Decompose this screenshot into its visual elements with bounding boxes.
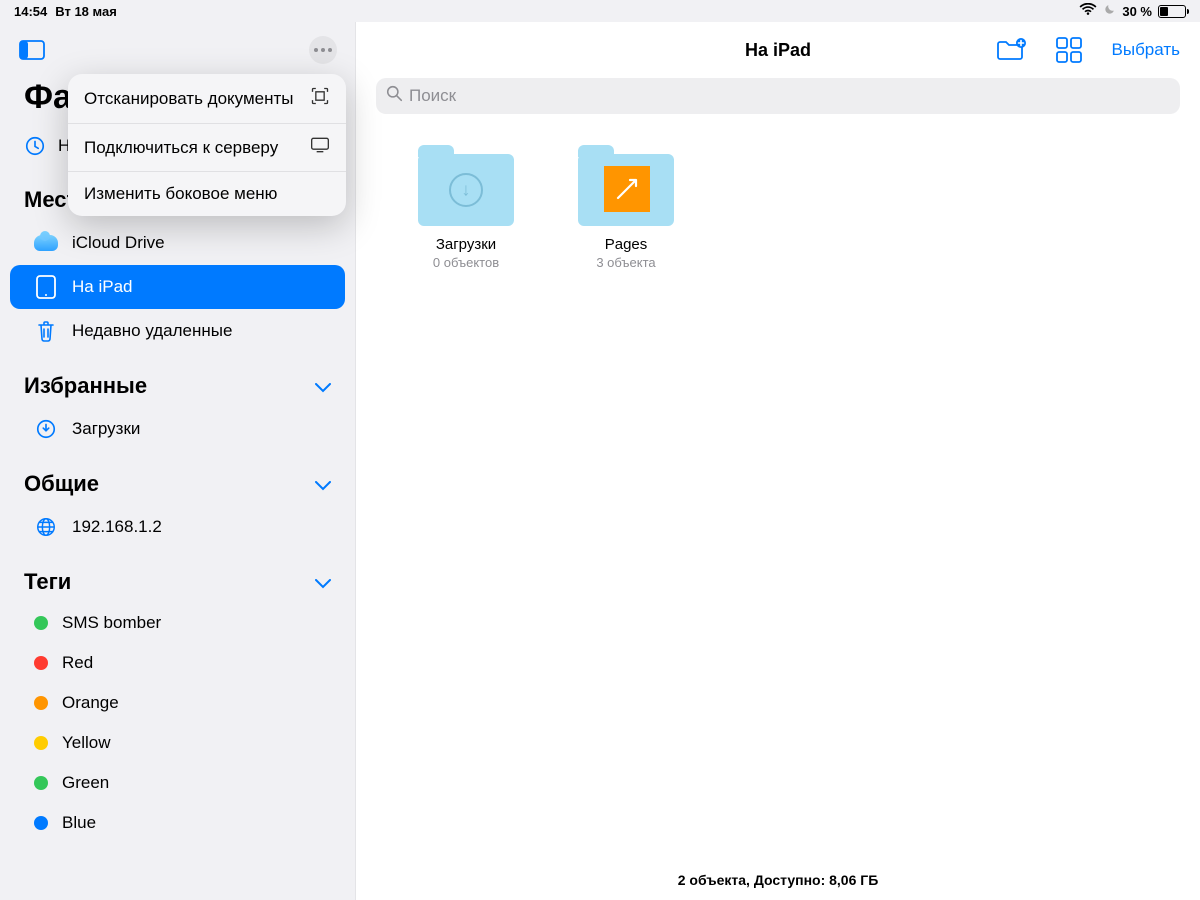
sidebar-item-label: Недавно удаленные [72,321,232,341]
sidebar-tag-item[interactable]: Green [10,763,345,803]
search-placeholder: Поиск [409,86,456,106]
tag-dot-icon [34,616,48,630]
view-mode-button[interactable] [1056,37,1082,63]
sidebar-item-label: Blue [62,813,96,833]
sidebar-collapse-button[interactable] [18,36,46,64]
search-icon [386,85,403,107]
main-title: На iPad [745,40,811,61]
sidebar-tag-item[interactable]: Yellow [10,723,345,763]
sidebar-item-label: Orange [62,693,119,713]
popover-item-label: Подключиться к серверу [84,138,278,158]
chevron-down-icon[interactable] [315,471,331,497]
sidebar-item-label: Yellow [62,733,111,753]
sidebar-item-label: iCloud Drive [72,233,165,253]
status-date: Вт 18 мая [55,4,117,19]
sidebar-more-button[interactable] [309,36,337,64]
popover-item-label: Отсканировать документы [84,89,294,109]
section-head-favorites[interactable]: Избранные [0,353,355,407]
battery-percent: 30 % [1122,4,1152,19]
download-icon [34,417,58,441]
tag-dot-icon [34,656,48,670]
sidebar-item-on-ipad[interactable]: На iPad [10,265,345,309]
ipad-icon [34,275,58,299]
sidebar-tag-item[interactable]: Blue [10,803,345,843]
battery-icon [1158,5,1186,18]
sidebar-item-icloud-drive[interactable]: iCloud Drive [10,221,345,265]
sidebar-tag-item[interactable]: Orange [10,683,345,723]
footer-status: 2 объекта, Доступно: 8,06 ГБ [356,872,1200,888]
clock-icon [24,135,46,157]
sidebar-item-server[interactable]: 192.168.1.2 [10,505,345,549]
scan-icon [310,86,330,111]
tag-dot-icon [34,776,48,790]
folder-subtitle: 3 объекта [576,255,676,270]
status-bar: 14:54 Вт 18 мая 30 % [0,0,1200,22]
select-button[interactable]: Выбрать [1112,40,1180,60]
section-title-favorites: Избранные [24,373,147,399]
popover-edit-sidebar[interactable]: Изменить боковое меню [68,171,346,216]
sidebar-item-downloads[interactable]: Загрузки [10,407,345,451]
server-icon [310,136,330,159]
dnd-moon-icon [1103,3,1116,19]
chevron-down-icon[interactable] [315,373,331,399]
folder-pages[interactable]: Pages 3 объекта [576,154,676,270]
popover-connect-server[interactable]: Подключиться к серверу [68,123,346,171]
sidebar-item-label: SMS bomber [62,613,161,633]
network-icon [34,515,58,539]
sidebar-item-label: Red [62,653,93,673]
section-title-shared: Общие [24,471,99,497]
search-input[interactable]: Поиск [376,78,1180,114]
section-head-tags[interactable]: Теги [0,549,355,603]
tag-dot-icon [34,816,48,830]
sidebar-more-popover: Отсканировать документы Подключиться к с… [68,74,346,216]
tag-dot-icon [34,736,48,750]
folder-icon [578,154,674,226]
tag-dot-icon [34,696,48,710]
status-time: 14:54 [14,4,47,19]
main-panel: На iPad Выбрать Поиск ↓ Загрузки 0 объек… [356,22,1200,900]
popover-scan-documents[interactable]: Отсканировать документы [68,74,346,123]
sidebar-item-label: Загрузки [72,419,140,439]
sidebar-item-recently-deleted[interactable]: Недавно удаленные [10,309,345,353]
popover-item-label: Изменить боковое меню [84,184,277,204]
sidebar-item-label: 192.168.1.2 [72,517,162,537]
sidebar-tag-item[interactable]: Red [10,643,345,683]
folder-subtitle: 0 объектов [416,255,516,270]
sidebar-item-label: Green [62,773,109,793]
new-folder-button[interactable] [996,38,1026,62]
section-title-tags: Теги [24,569,71,595]
folder-icon: ↓ [418,154,514,226]
section-head-shared[interactable]: Общие [0,451,355,505]
wifi-icon [1079,3,1097,19]
folder-downloads[interactable]: ↓ Загрузки 0 объектов [416,154,516,270]
sidebar-item-label: На iPad [72,277,132,297]
folder-name: Pages [576,236,676,253]
chevron-down-icon[interactable] [315,569,331,595]
sidebar-tag-item[interactable]: SMS bomber [10,603,345,643]
folder-name: Загрузки [416,236,516,253]
icloud-drive-icon [34,231,58,255]
trash-icon [34,319,58,343]
